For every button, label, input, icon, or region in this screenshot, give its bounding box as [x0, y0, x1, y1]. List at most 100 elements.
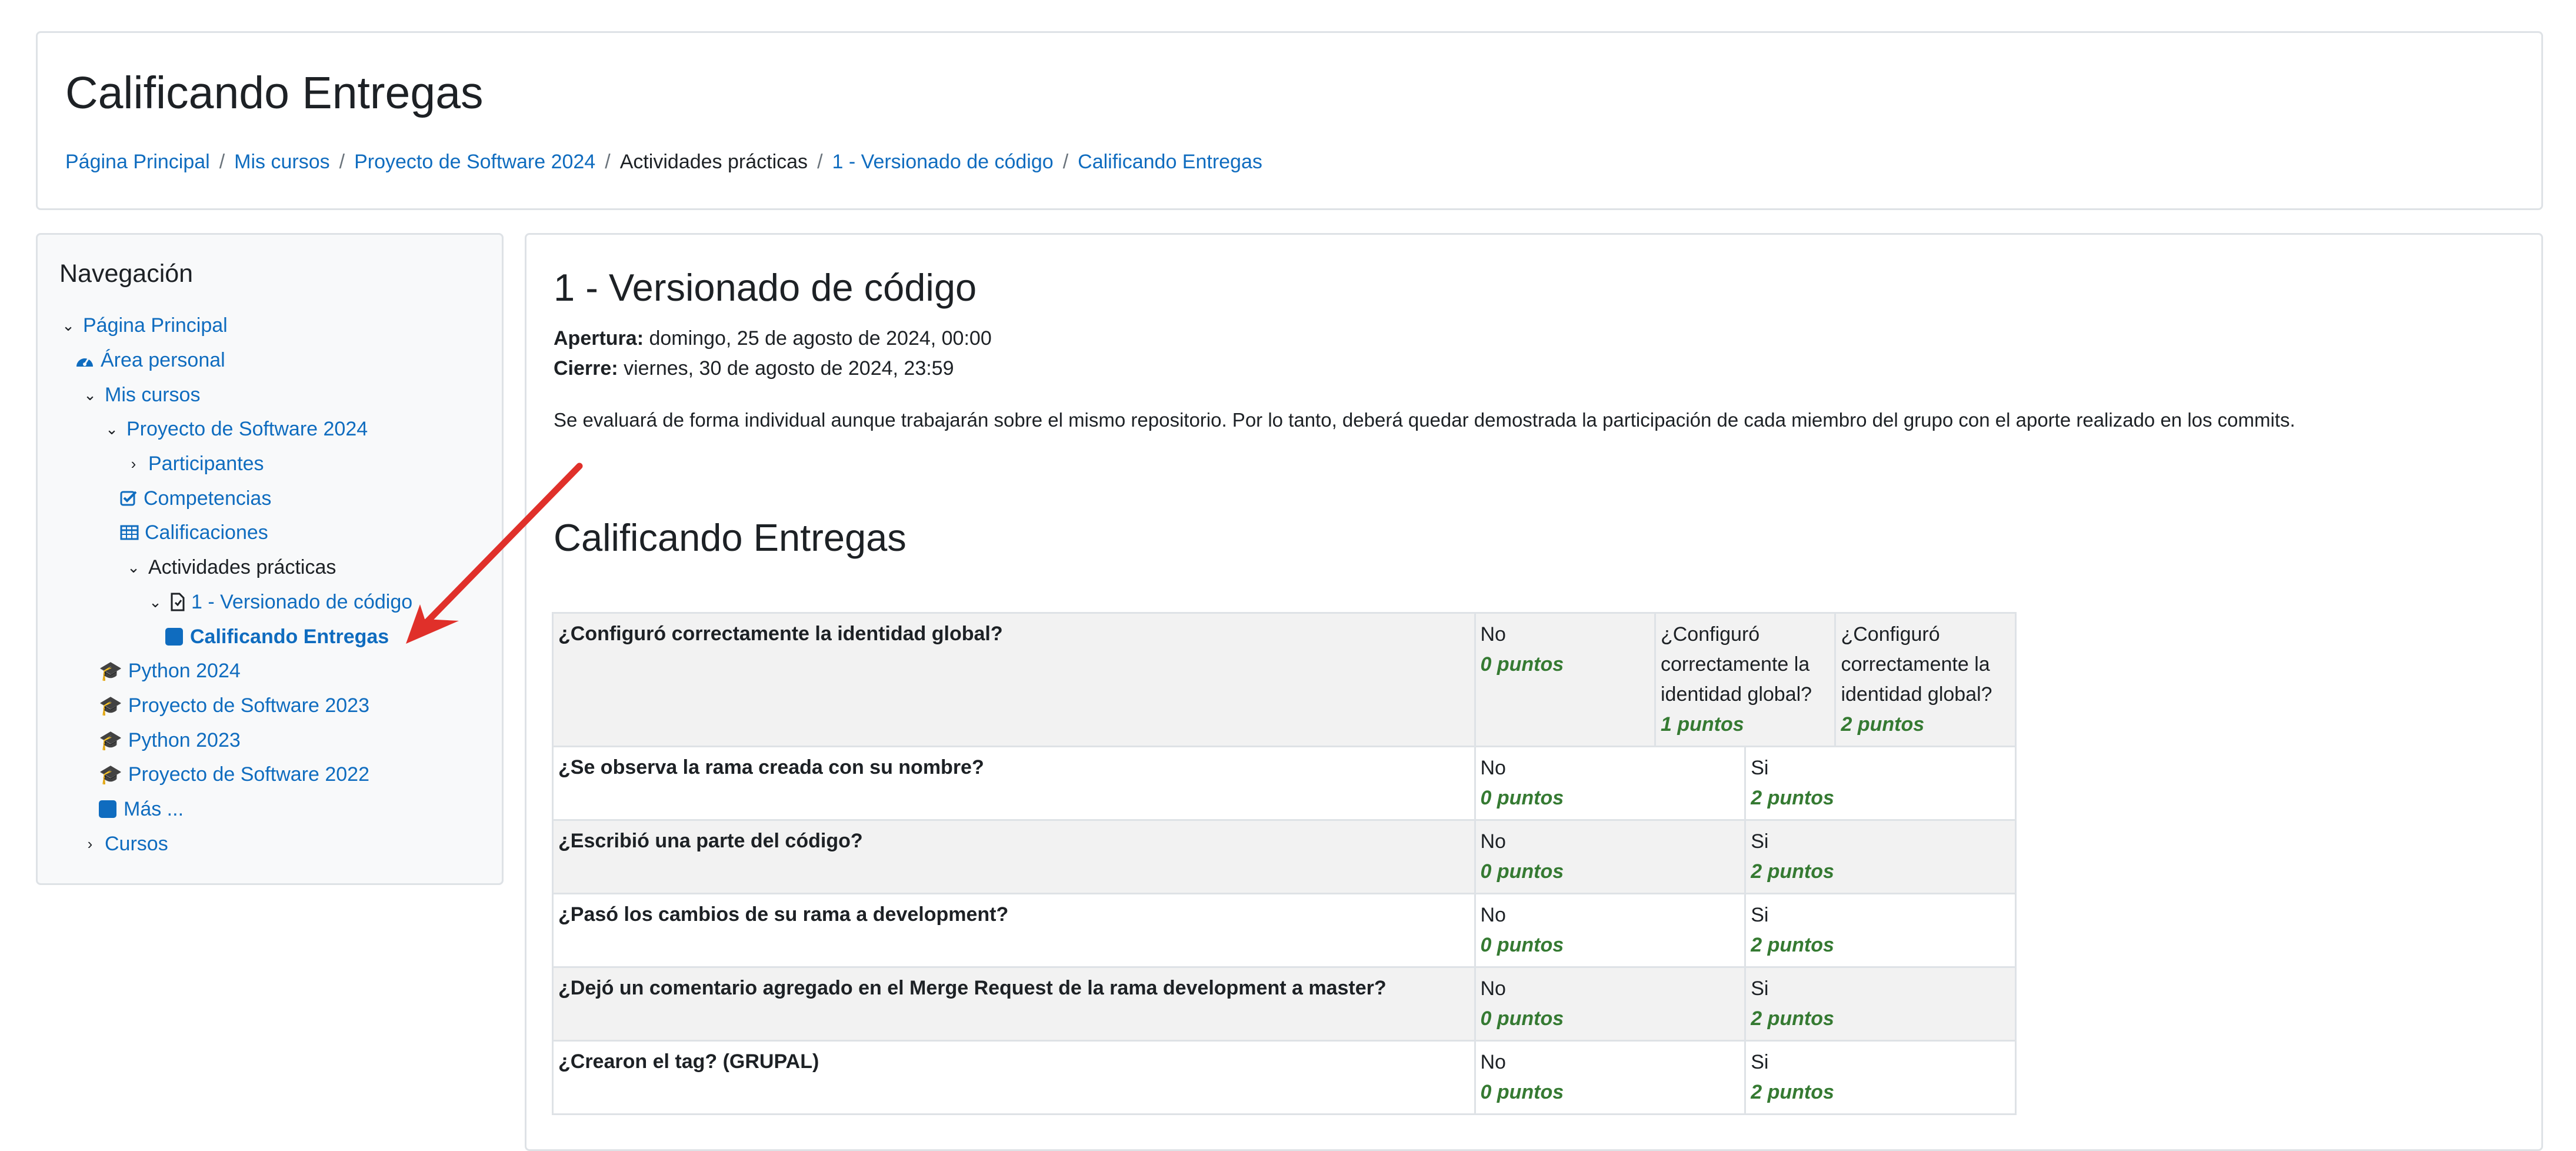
- level-text: No: [1480, 623, 1506, 646]
- nav-item-course-software-2024[interactable]: ⌄ Proyecto de Software 2024: [103, 417, 368, 441]
- closing-date: Cierre: viernes, 30 de agosto de 2024, 2…: [554, 357, 954, 380]
- nav-item-software-2022[interactable]: 🎓 Proyecto de Software 2022: [99, 763, 369, 786]
- nav-item-label: Página Principal: [83, 314, 228, 337]
- level-text: No: [1480, 977, 1506, 1000]
- breadcrumb-link-course[interactable]: Proyecto de Software 2024: [354, 151, 595, 173]
- nav-item-versioning-activity[interactable]: ⌄ 1 - Versionado de código: [146, 590, 412, 614]
- chevron-down-icon: ⌄: [127, 558, 140, 576]
- rubric-level[interactable]: No 0 puntos: [1474, 746, 1747, 821]
- graduation-cap-icon: 🎓: [99, 730, 122, 751]
- level-text: Si: [1751, 757, 1769, 779]
- breadcrumb-separator: /: [817, 151, 823, 173]
- rubric-level[interactable]: No 0 puntos: [1474, 1040, 1747, 1115]
- level-points: 0 puntos: [1480, 653, 1564, 676]
- activity-title: 1 - Versionado de código: [554, 266, 977, 309]
- nav-item-software-2023[interactable]: 🎓 Proyecto de Software 2023: [99, 694, 369, 717]
- rubric-row: ¿Crearon el tag? (GRUPAL) No 0 puntos Si 2…: [552, 1040, 2017, 1115]
- activity-description: Se evaluará de forma individual aunque t…: [554, 409, 2295, 431]
- breadcrumb-link-my-courses[interactable]: Mis cursos: [234, 151, 329, 173]
- breadcrumb-link-grading[interactable]: Calificando Entregas: [1078, 151, 1262, 173]
- nav-item-grades[interactable]: Calificaciones: [120, 521, 268, 544]
- table-icon: [120, 525, 139, 540]
- breadcrumb-section: Actividades prácticas: [619, 151, 808, 173]
- rubric-row: ¿Se observa la rama creada con su nombre…: [552, 746, 2017, 821]
- breadcrumb: Página Principal / Mis cursos / Proyecto de …: [65, 152, 1262, 172]
- nav-item-label: Calificaciones: [145, 521, 268, 544]
- rubric-level[interactable]: Si 2 puntos: [1744, 1040, 2017, 1115]
- rubric-level[interactable]: Si 2 puntos: [1744, 966, 2017, 1042]
- rubric-level[interactable]: ¿Configuró correctamente la identidad gl…: [1834, 612, 2017, 747]
- nav-item-label: Mis cursos: [105, 384, 201, 406]
- navigation-block: Navegación ⌄ Página Principal Área perso…: [36, 233, 504, 885]
- checkbox-icon: [120, 491, 137, 506]
- breadcrumb-link-activity[interactable]: 1 - Versionado de código: [832, 151, 1054, 173]
- nav-item-home[interactable]: ⌄ Página Principal: [59, 314, 228, 337]
- nav-item-participants[interactable]: › Participantes: [125, 452, 264, 475]
- level-points: 0 puntos: [1480, 787, 1564, 809]
- rubric-level[interactable]: No 0 puntos: [1474, 966, 1747, 1042]
- nav-item-label: Área personal: [101, 349, 225, 371]
- nav-item-label: 1 - Versionado de código: [191, 591, 413, 613]
- level-points: 2 puntos: [1841, 713, 1925, 736]
- nav-item-label: Más ...: [124, 798, 184, 820]
- rubric-level[interactable]: Si 2 puntos: [1744, 819, 2017, 894]
- file-icon: [171, 593, 185, 611]
- level-points: 2 puntos: [1751, 1007, 1834, 1030]
- breadcrumb-separator: /: [339, 151, 345, 173]
- criterion-name: ¿Crearon el tag? (GRUPAL): [552, 1040, 1476, 1115]
- rubric-level[interactable]: ¿Configuró correctamente la identidad gl…: [1654, 612, 1837, 747]
- closing-label: Cierre:: [554, 357, 618, 380]
- level-points: 2 puntos: [1751, 787, 1834, 809]
- breadcrumb-separator: /: [605, 151, 611, 173]
- rubric-level[interactable]: No 0 puntos: [1474, 819, 1747, 894]
- level-text: Si: [1751, 830, 1769, 853]
- nav-item-label: Participantes: [148, 453, 264, 475]
- criterion-name: ¿Configuró correctamente la identidad gl…: [552, 612, 1476, 747]
- nav-item-competencies[interactable]: Competencias: [120, 487, 271, 510]
- nav-item-more[interactable]: Más ...: [99, 797, 184, 821]
- rubric-row: ¿Dejó un comentario agregado en el Merge…: [552, 966, 2017, 1042]
- nav-item-label: Proyecto de Software 2022: [128, 763, 369, 786]
- closing-value: viernes, 30 de agosto de 2024, 23:59: [624, 357, 954, 380]
- level-text: No: [1480, 904, 1506, 926]
- nav-item-label: Python 2024: [128, 660, 241, 682]
- rubric-level[interactable]: Si 2 puntos: [1744, 893, 2017, 968]
- nav-item-label: Actividades prácticas: [148, 556, 336, 578]
- level-text: Si: [1751, 904, 1769, 926]
- chevron-right-icon: ›: [87, 835, 93, 853]
- rubric-row: ¿Escribió una parte del código? No 0 punt…: [552, 819, 2017, 894]
- nav-item-courses[interactable]: › Cursos: [81, 832, 168, 856]
- nav-item-label: Python 2023: [128, 729, 241, 751]
- rubric-level[interactable]: No 0 puntos: [1474, 612, 1656, 747]
- opening-date: Apertura: domingo, 25 de agosto de 2024,…: [554, 327, 992, 350]
- nav-item-python-2023[interactable]: 🎓 Python 2023: [99, 728, 241, 752]
- square-icon: [99, 800, 116, 818]
- criterion-name: ¿Pasó los cambios de su rama a developme…: [552, 893, 1476, 968]
- rubric-table: ¿Configuró correctamente la identidad gl…: [552, 612, 2017, 1115]
- nav-item-label: Calificando Entregas: [190, 626, 389, 648]
- nav-item-grading-current[interactable]: Calificando Entregas: [165, 625, 389, 648]
- chevron-down-icon: ⌄: [105, 420, 118, 438]
- breadcrumb-link-home[interactable]: Página Principal: [65, 151, 210, 173]
- nav-item-label: Cursos: [105, 833, 168, 855]
- level-points: 2 puntos: [1751, 860, 1834, 883]
- nav-item-practical-activities[interactable]: ⌄ Actividades prácticas: [125, 555, 336, 579]
- page-header: Calificando Entregas Página Principal / Mi…: [36, 31, 2543, 210]
- square-icon: [165, 628, 183, 646]
- graduation-cap-icon: 🎓: [99, 660, 122, 681]
- nav-item-dashboard[interactable]: Área personal: [75, 348, 225, 372]
- nav-item-my-courses[interactable]: ⌄ Mis cursos: [81, 383, 200, 407]
- criterion-name: ¿Se observa la rama creada con su nombre…: [552, 746, 1476, 821]
- rubric-level[interactable]: Si 2 puntos: [1744, 746, 2017, 821]
- page-title: Calificando Entregas: [65, 68, 484, 118]
- level-text: ¿Configuró correctamente la identidad gl…: [1841, 623, 1992, 706]
- rubric-level[interactable]: No 0 puntos: [1474, 893, 1747, 968]
- level-points: 2 puntos: [1751, 1081, 1834, 1103]
- nav-item-python-2024[interactable]: 🎓 Python 2024: [99, 659, 241, 683]
- level-text: ¿Configuró correctamente la identidad gl…: [1660, 623, 1812, 706]
- chevron-down-icon: ⌄: [149, 593, 162, 611]
- navigation-title: Navegación: [59, 260, 194, 288]
- opening-value: domingo, 25 de agosto de 2024, 00:00: [649, 327, 992, 350]
- breadcrumb-separator: /: [1062, 151, 1069, 173]
- chevron-down-icon: ⌄: [62, 317, 75, 334]
